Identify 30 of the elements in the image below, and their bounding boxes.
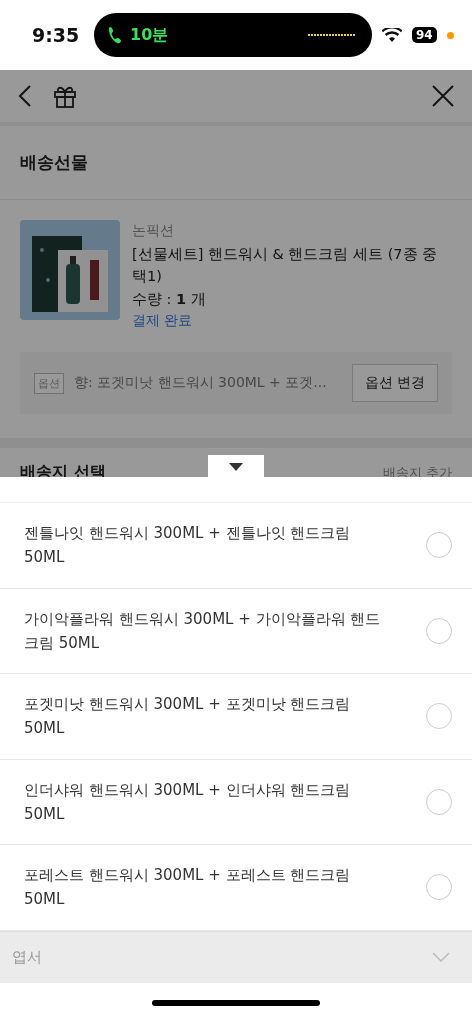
- change-option-button[interactable]: 옵션 변경: [351, 364, 438, 402]
- option-row[interactable]: 인더샤워 핸드워시 300ML + 인더샤워 핸드크림 50ML: [0, 759, 472, 845]
- quantity: 수량 : 1 개: [132, 290, 207, 309]
- option-tag: 옵션: [34, 372, 64, 394]
- close-button[interactable]: [432, 85, 454, 107]
- option-row[interactable]: 포레스트 핸드워시 300ML + 포레스트 핸드크림 50ML: [0, 845, 472, 931]
- back-button[interactable]: [18, 84, 32, 108]
- call-pill[interactable]: 10분: [94, 13, 372, 57]
- caret-icon: [229, 463, 243, 471]
- time: 9:35: [32, 24, 81, 46]
- option-label: 젠틀나잇 핸드워시 300ML + 젠틀나잇 핸드크림 50ML: [24, 523, 352, 569]
- battery-level: 94: [412, 27, 437, 43]
- option-row[interactable]: 포겟미낫 핸드워시 300ML + 포겟미낫 핸드크림 50ML: [0, 674, 472, 760]
- option-label: 인더샤워 핸드워시 300ML + 인더샤워 핸드크림 50ML: [24, 779, 352, 825]
- section-title: 배송선물: [0, 126, 472, 200]
- collapse-handle[interactable]: [208, 455, 264, 477]
- option-row[interactable]: 젠틀나잇 핸드워시 300ML + 젠틀나잇 핸드크림 50ML: [0, 503, 472, 589]
- option-label: 포레스트 핸드워시 300ML + 포레스트 핸드크림 50ML: [24, 865, 352, 911]
- payment-status: 결제 완료: [132, 312, 194, 330]
- option-label: 포겟미낫 핸드워시 300ML + 포겟미낫 핸드크림 50ML: [24, 694, 352, 740]
- privacy-dot: [446, 31, 454, 39]
- option-row[interactable]: 가이악플라워 핸드워시 300ML + 가이악플라워 핸드크림 50ML: [0, 588, 472, 674]
- wifi-icon: [382, 27, 402, 43]
- waveform-icon: [308, 33, 356, 37]
- option-label: 가이악플라워 핸드워시 300ML + 가이악플라워 핸드크림 50ML: [24, 608, 382, 654]
- call-duration: 10분: [130, 24, 169, 46]
- product-name: [선물세트] 핸드워시 & 핸드크림 세트 (7종 중 택1): [132, 245, 439, 286]
- option-value: 향: 포겟미낫 핸드워시 300ML + 포겟...: [74, 374, 328, 392]
- brand-name: 논픽션: [132, 222, 175, 240]
- phone-icon: [108, 26, 122, 44]
